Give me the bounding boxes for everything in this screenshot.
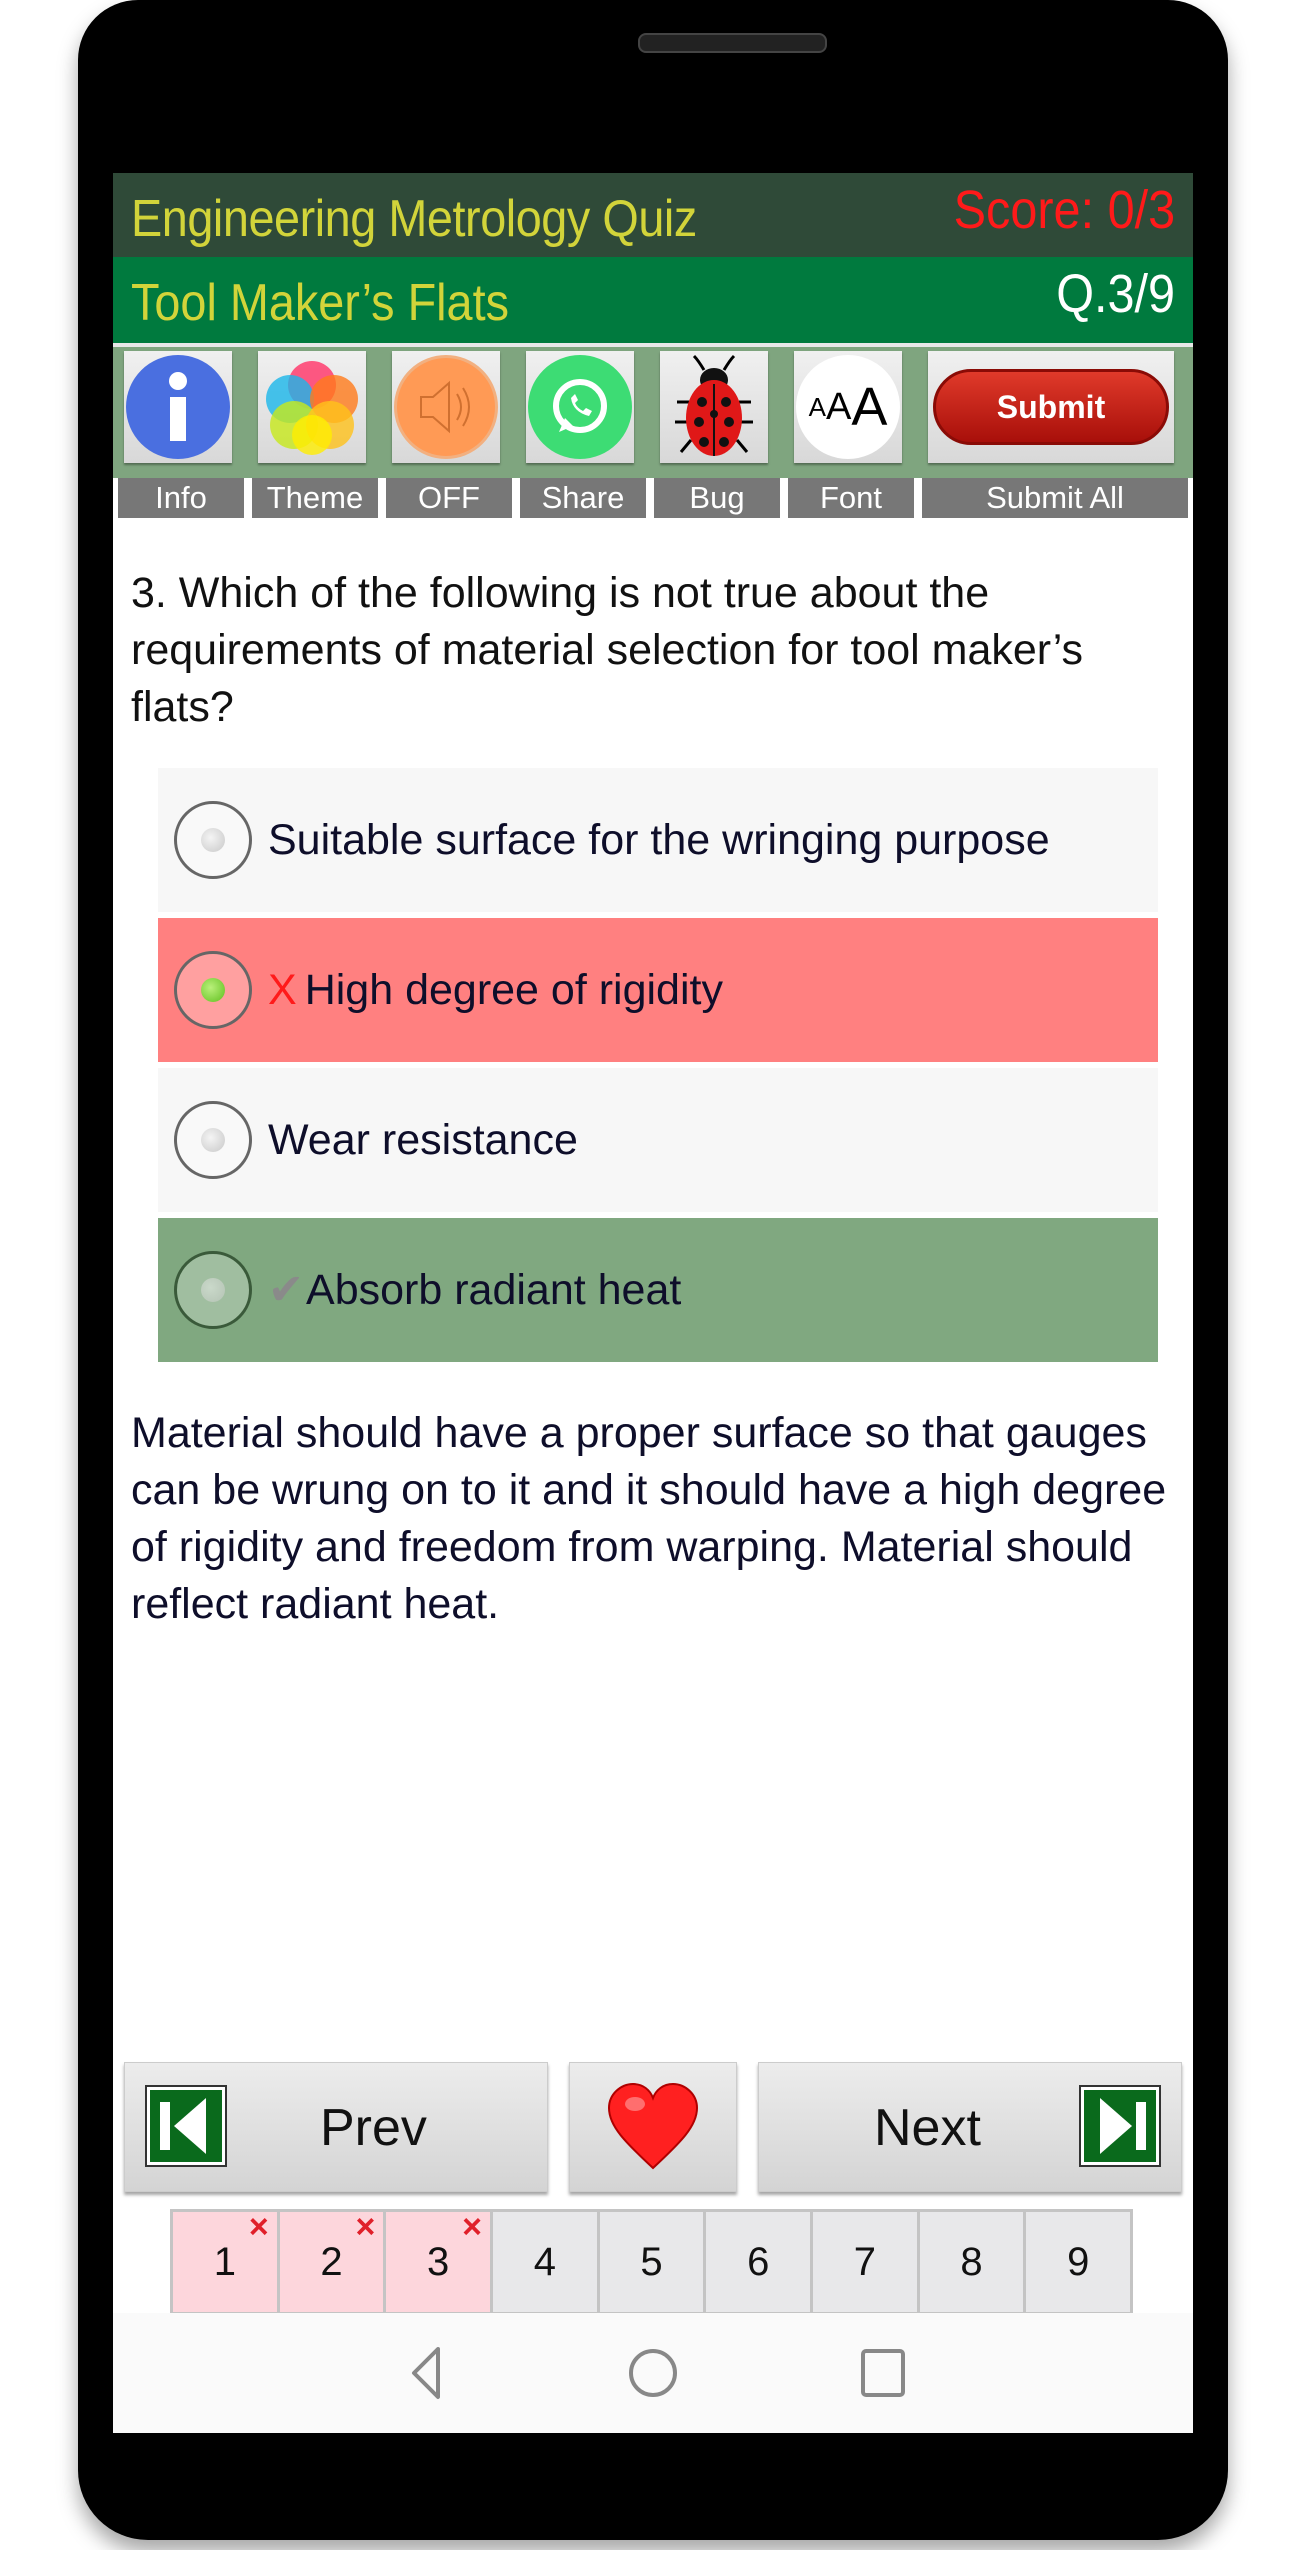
bug-report-button[interactable] <box>660 351 768 463</box>
radio-dot-selected <box>201 978 225 1002</box>
next-label: Next <box>874 2099 981 2157</box>
page-button-6[interactable]: 6 <box>703 2209 814 2315</box>
option-text: High degree of rigidity <box>304 965 723 1014</box>
page-number: 9 <box>1067 2239 1090 2284</box>
app-screen: Engineering Metrology Quiz Score: 0/3 To… <box>113 173 1193 2433</box>
question-counter: Q.3/9 <box>1056 264 1175 324</box>
share-label[interactable]: Share <box>520 478 646 518</box>
theme-label[interactable]: Theme <box>252 478 378 518</box>
option-text: Absorb radiant heat <box>306 1265 682 1314</box>
answer-option-3[interactable]: Wear resistance <box>158 1068 1158 1212</box>
page-button-5[interactable]: 5 <box>596 2209 707 2315</box>
info-icon <box>126 355 230 459</box>
font-size-icon: AAA <box>796 355 900 459</box>
toolbar-labels: Info Theme OFF Share Bug Font Submit All <box>113 478 1193 523</box>
page-number: 2 <box>320 2239 343 2284</box>
back-icon[interactable] <box>398 2343 458 2403</box>
option-text: Wear resistance <box>268 1115 578 1164</box>
submit-button-container: Submit <box>928 351 1174 463</box>
whatsapp-icon <box>528 355 632 459</box>
radio-dot <box>201 828 225 852</box>
title-bar: Engineering Metrology Quiz Score: 0/3 <box>113 173 1193 257</box>
score-display: Score: 0/3 <box>953 180 1175 240</box>
wrong-mark-icon: X <box>268 965 297 1014</box>
speaker-icon <box>394 355 498 459</box>
font-size-button[interactable]: AAA <box>794 351 902 463</box>
option-text: Suitable surface for the wringing purpos… <box>268 815 1050 864</box>
page-number: 7 <box>853 2239 876 2284</box>
share-button[interactable] <box>526 351 634 463</box>
favorite-button[interactable] <box>569 2062 737 2192</box>
wrong-mark-icon: × <box>248 2208 269 2246</box>
answer-option-1[interactable]: Suitable surface for the wringing purpos… <box>158 768 1158 912</box>
topic-title: Tool Maker’s Flats <box>131 274 509 332</box>
app-title: Engineering Metrology Quiz <box>131 190 697 248</box>
wrong-mark-icon: × <box>462 2208 483 2246</box>
correct-check-icon: ✔ <box>268 1266 305 1314</box>
radio-button[interactable] <box>174 1251 252 1329</box>
info-button[interactable] <box>124 351 232 463</box>
theme-button[interactable] <box>258 351 366 463</box>
topic-bar: Tool Maker’s Flats Q.3/9 <box>113 257 1193 343</box>
next-button[interactable]: Next <box>758 2062 1182 2192</box>
font-label[interactable]: Font <box>788 478 914 518</box>
page-button-2[interactable]: 2 × <box>276 2208 387 2315</box>
radio-button[interactable] <box>174 801 252 879</box>
radio-dot <box>201 1278 225 1302</box>
page-button-8[interactable]: 8 <box>916 2209 1027 2315</box>
page-number: 1 <box>213 2239 236 2284</box>
page-number: 4 <box>533 2239 556 2284</box>
prev-button[interactable]: Prev <box>124 2062 548 2192</box>
toolbar: AAA Submit <box>113 343 1193 478</box>
recents-icon[interactable] <box>853 2343 913 2403</box>
page-number: 6 <box>747 2239 770 2284</box>
page-button-1[interactable]: 1 × <box>170 2208 280 2315</box>
page-number: 5 <box>640 2239 663 2284</box>
page-button-3[interactable]: 3 × <box>383 2208 494 2315</box>
page-number: 8 <box>960 2239 983 2284</box>
bug-label[interactable]: Bug <box>654 478 780 518</box>
theme-palette-icon <box>266 361 358 455</box>
wrong-mark-icon: × <box>355 2208 376 2246</box>
page-button-9[interactable]: 9 <box>1023 2209 1134 2315</box>
submit-button[interactable]: Submit <box>933 369 1169 445</box>
system-navigation-bar <box>113 2313 1193 2433</box>
submit-all-button[interactable]: Submit All <box>922 478 1188 518</box>
info-label[interactable]: Info <box>118 478 244 518</box>
radio-button[interactable] <box>174 1101 252 1179</box>
explanation-text: Material should have a proper surface so… <box>131 1409 1167 1628</box>
sound-toggle-button[interactable] <box>392 351 500 463</box>
page-button-4[interactable]: 4 <box>490 2209 600 2315</box>
radio-button[interactable] <box>174 951 252 1029</box>
skip-forward-icon <box>1079 2085 1161 2167</box>
question-pager: 1 × 2 × 3 × 4 5 6 7 8 9 <box>170 2208 1134 2315</box>
prev-label: Prev <box>320 2099 427 2157</box>
ladybug-icon <box>675 354 753 456</box>
radio-dot <box>201 1128 225 1152</box>
question-text: 3. Which of the following is not true ab… <box>131 569 1083 731</box>
home-icon[interactable] <box>623 2343 683 2403</box>
heart-icon <box>607 2082 699 2170</box>
phone-speaker <box>638 33 827 53</box>
skip-back-icon <box>145 2085 227 2167</box>
answer-option-2[interactable]: X High degree of rigidity <box>158 918 1158 1062</box>
sound-label[interactable]: OFF <box>386 478 512 518</box>
answer-option-4[interactable]: ✔ Absorb radiant heat <box>158 1218 1158 1362</box>
page-number: 3 <box>427 2239 450 2284</box>
page-button-7[interactable]: 7 <box>810 2209 920 2315</box>
